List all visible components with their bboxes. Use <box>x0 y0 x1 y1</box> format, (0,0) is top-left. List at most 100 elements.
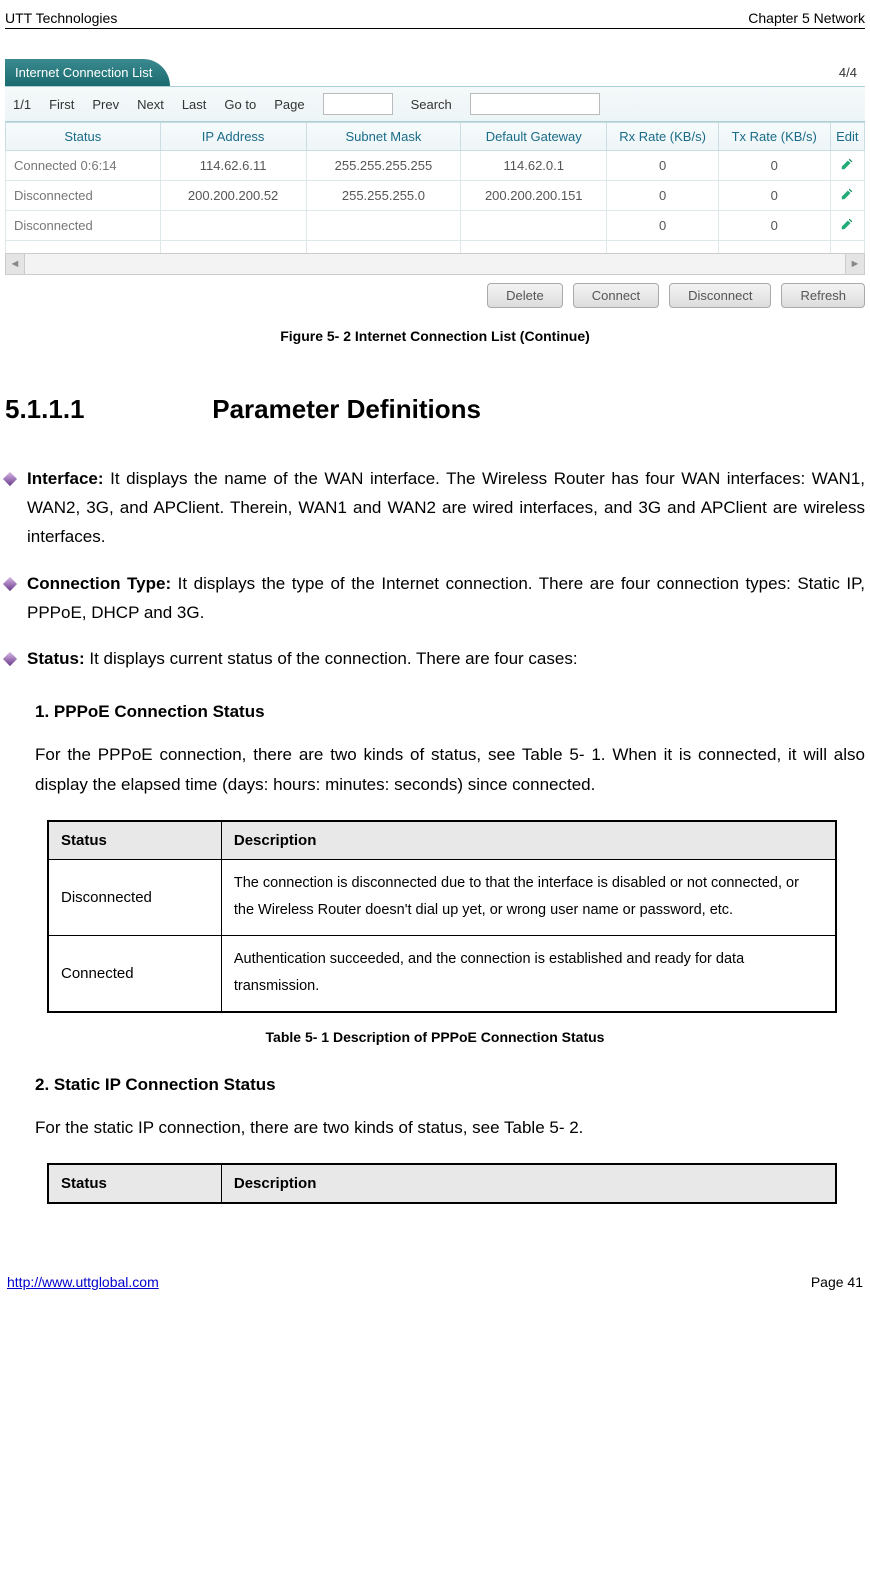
cell-mask: 255.255.255.0 <box>306 181 461 211</box>
action-button-row: Delete Connect Disconnect Refresh <box>5 275 865 308</box>
edit-button[interactable] <box>830 211 864 241</box>
header-left: UTT Technologies <box>5 10 117 26</box>
cell-ip <box>160 211 306 241</box>
bullet-label: Interface: <box>27 469 104 488</box>
edit-icon <box>840 187 854 201</box>
tab-bar: Internet Connection List 4/4 <box>5 59 865 86</box>
cell-ip <box>160 241 306 254</box>
next-link[interactable]: Next <box>137 97 164 112</box>
table-row: Disconnected 200.200.200.52 255.255.255.… <box>6 181 865 211</box>
goto-page-input[interactable] <box>323 93 393 115</box>
col-status: Status <box>6 123 161 151</box>
bullet-body: It displays current status of the connec… <box>85 649 578 668</box>
figure-caption: Figure 5- 2 Internet Connection List (Co… <box>5 328 865 344</box>
table-header-row: Status IP Address Subnet Mask Default Ga… <box>6 123 865 151</box>
connection-list-panel: Internet Connection List 4/4 1/1 First P… <box>5 59 865 308</box>
section-heading: 5.1.1.1 Parameter Definitions <box>5 394 865 425</box>
last-link[interactable]: Last <box>182 97 207 112</box>
col-ip: IP Address <box>160 123 306 151</box>
footer-page-number: Page 41 <box>811 1274 863 1290</box>
diamond-bullet-icon <box>3 472 17 486</box>
th-description: Description <box>221 821 836 860</box>
tab-internet-connection-list[interactable]: Internet Connection List <box>5 59 170 86</box>
cell-status: Disconnected <box>6 181 161 211</box>
cell-mask <box>306 211 461 241</box>
search-input[interactable] <box>470 93 600 115</box>
cell-rx: 0 <box>607 211 719 241</box>
cell-mask <box>306 241 461 254</box>
connect-button[interactable]: Connect <box>573 283 659 308</box>
diamond-bullet-icon <box>3 577 17 591</box>
page-counter: 1/1 <box>13 97 31 112</box>
cell-edit-empty <box>830 241 864 254</box>
goto-label: Go to <box>224 97 256 112</box>
cell-status <box>6 241 161 254</box>
cell-rx: 0 <box>607 151 719 181</box>
cell-status: Connected 0:6:14 <box>6 151 161 181</box>
td-description: The connection is disconnected due to th… <box>221 859 836 935</box>
paging-toolbar: 1/1 First Prev Next Last Go to Page Sear… <box>5 86 865 122</box>
page-label: Page <box>274 97 304 112</box>
cell-ip: 114.62.6.11 <box>160 151 306 181</box>
col-mask: Subnet Mask <box>306 123 461 151</box>
cell-status: Disconnected <box>6 211 161 241</box>
bullet-connection-type: Connection Type: It displays the type of… <box>5 570 865 628</box>
section-title: Parameter Definitions <box>212 394 481 424</box>
subheading-pppoe: 1. PPPoE Connection Status <box>35 702 865 722</box>
td-description: Authentication succeeded, and the connec… <box>221 935 836 1012</box>
td-status: Disconnected <box>48 859 221 935</box>
cell-tx: 0 <box>718 211 830 241</box>
horizontal-scrollbar[interactable]: ◄ ► <box>5 253 865 275</box>
scroll-right-arrow-icon[interactable]: ► <box>845 254 864 274</box>
diamond-bullet-icon <box>3 652 17 666</box>
static-ip-status-table: Status Description <box>47 1163 837 1204</box>
table-row: Connected 0:6:14 114.62.6.11 255.255.255… <box>6 151 865 181</box>
header-right: Chapter 5 Network <box>748 10 865 26</box>
first-link[interactable]: First <box>49 97 74 112</box>
cell-rx: 0 <box>607 181 719 211</box>
th-description: Description <box>221 1164 836 1203</box>
cell-gw <box>461 241 607 254</box>
bullet-interface: Interface: It displays the name of the W… <box>5 465 865 552</box>
scroll-left-arrow-icon[interactable]: ◄ <box>6 254 25 274</box>
prev-link[interactable]: Prev <box>92 97 119 112</box>
cell-tx: 0 <box>718 151 830 181</box>
page-footer: http://www.uttglobal.com Page 41 <box>5 1274 865 1290</box>
bullet-body: It displays the name of the WAN interfac… <box>27 469 865 546</box>
paragraph-pppoe: For the PPPoE connection, there are two … <box>35 740 865 800</box>
cell-tx <box>718 241 830 254</box>
cell-gw <box>461 211 607 241</box>
footer-url-link[interactable]: http://www.uttglobal.com <box>7 1274 159 1290</box>
cell-gw: 200.200.200.151 <box>461 181 607 211</box>
refresh-button[interactable]: Refresh <box>781 283 865 308</box>
cell-ip: 200.200.200.52 <box>160 181 306 211</box>
col-gw: Default Gateway <box>461 123 607 151</box>
delete-button[interactable]: Delete <box>487 283 563 308</box>
table-row: Disconnected 0 0 <box>6 211 865 241</box>
disconnect-button[interactable]: Disconnect <box>669 283 771 308</box>
cell-tx: 0 <box>718 181 830 211</box>
td-status: Connected <box>48 935 221 1012</box>
pppoe-status-table: Status Description Disconnected The conn… <box>47 820 837 1013</box>
edit-icon <box>840 217 854 231</box>
col-tx: Tx Rate (KB/s) <box>718 123 830 151</box>
th-status: Status <box>48 1164 221 1203</box>
th-status: Status <box>48 821 221 860</box>
cell-rx <box>607 241 719 254</box>
section-number: 5.1.1.1 <box>5 394 205 425</box>
col-edit: Edit <box>830 123 864 151</box>
header-rule <box>5 28 865 29</box>
edit-icon <box>840 157 854 171</box>
col-rx: Rx Rate (KB/s) <box>607 123 719 151</box>
page-count-label: 4/4 <box>839 65 865 80</box>
edit-button[interactable] <box>830 151 864 181</box>
edit-button[interactable] <box>830 181 864 211</box>
table-caption: Table 5- 1 Description of PPPoE Connecti… <box>5 1029 865 1045</box>
bullet-status: Status: It displays current status of th… <box>5 645 865 674</box>
cell-gw: 114.62.0.1 <box>461 151 607 181</box>
bullet-label: Status: <box>27 649 85 668</box>
paragraph-static-ip: For the static IP connection, there are … <box>35 1113 865 1143</box>
bullet-label: Connection Type: <box>27 574 171 593</box>
cell-mask: 255.255.255.255 <box>306 151 461 181</box>
table-row <box>6 241 865 254</box>
